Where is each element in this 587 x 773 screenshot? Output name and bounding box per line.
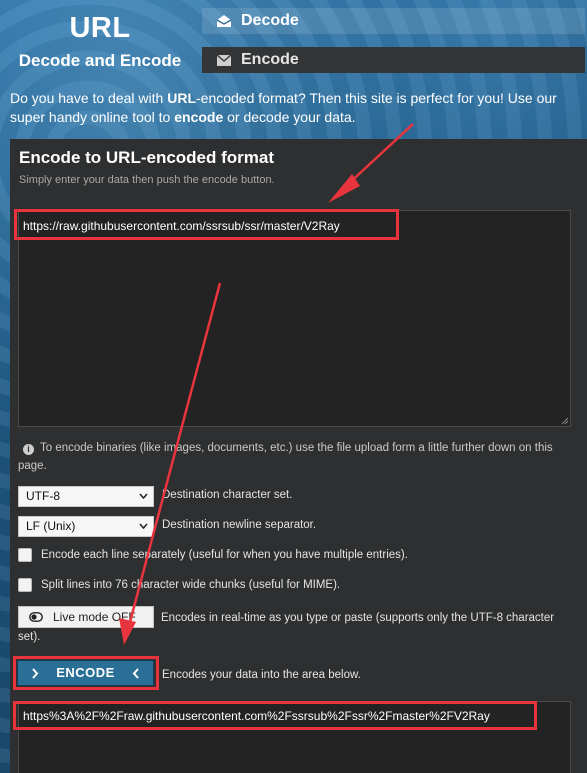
logo-subtitle: Decode and Encode — [18, 51, 182, 70]
intro-bold-encode: encode — [174, 109, 224, 125]
intro-bold-url: URL — [167, 90, 196, 106]
live-mode-label: Live mode OFF — [53, 610, 136, 624]
resize-grip-icon[interactable] — [561, 417, 569, 425]
newline-label: Destination newline separator. — [162, 519, 317, 531]
toggle-off-icon — [29, 612, 43, 622]
newline-value: LF (Unix) — [26, 519, 76, 533]
encode-button-description: Encodes your data into the area below. — [162, 669, 361, 681]
tab-decode[interactable]: Decode — [202, 8, 585, 34]
input-textarea[interactable]: https://raw.githubusercontent.com/ssrsub… — [18, 210, 571, 427]
tab-encode-label: Encode — [241, 51, 299, 68]
intro-text: Do you have to deal with URL-encoded for… — [10, 90, 557, 125]
button-highlight-box — [13, 656, 159, 690]
envelope-icon — [216, 54, 232, 66]
split-lines-label: Split lines into 76 character wide chunk… — [41, 579, 341, 591]
output-highlight-box — [13, 701, 537, 730]
info-icon: i — [23, 444, 34, 455]
panel-title: Encode to URL-encoded format — [19, 148, 275, 167]
tab-decode-label: Decode — [241, 12, 299, 29]
encode-each-line-label: Encode each line separately (useful for … — [41, 549, 408, 561]
split-lines-checkbox[interactable] — [18, 578, 32, 592]
logo-title: URL — [69, 12, 131, 44]
live-mode-toggle[interactable]: Live mode OFF — [18, 606, 154, 628]
input-highlight-box — [14, 209, 399, 240]
encode-panel: Encode to URL-encoded format Simply ente… — [10, 139, 587, 773]
charset-select[interactable]: UTF-8 — [18, 486, 154, 507]
chevron-down-icon — [139, 523, 148, 529]
envelope-open-icon — [216, 15, 232, 27]
charset-value: UTF-8 — [26, 489, 60, 503]
site-logo[interactable]: URL Decode and Encode — [0, 0, 200, 88]
tab-encode[interactable]: Encode — [202, 47, 585, 73]
encode-each-line-checkbox[interactable] — [18, 548, 32, 562]
info-text: To encode binaries (like images, documen… — [18, 442, 553, 472]
panel-subtitle: Simply enter your data then push the enc… — [19, 174, 275, 186]
newline-select[interactable]: LF (Unix) — [18, 516, 154, 537]
info-note: i To encode binaries (like images, docume… — [18, 439, 574, 475]
chevron-down-icon — [139, 493, 148, 499]
charset-label: Destination character set. — [162, 489, 293, 501]
